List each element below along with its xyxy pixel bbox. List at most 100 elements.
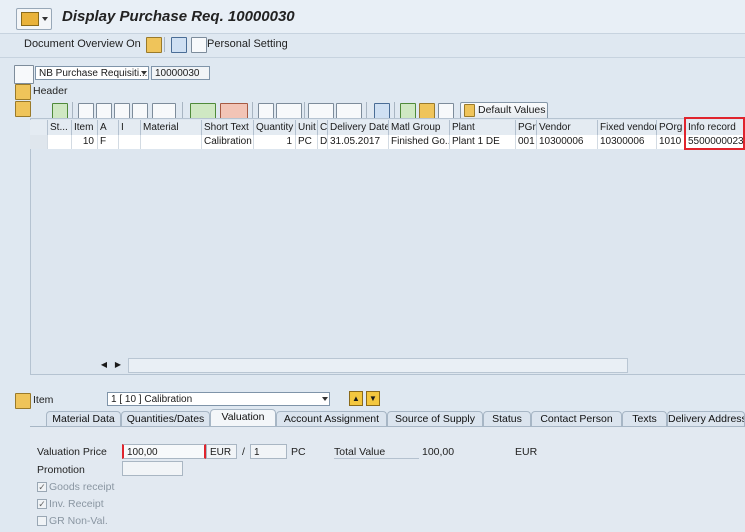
col-pgr[interactable]: PGr: [516, 120, 537, 135]
col-material[interactable]: Material: [141, 120, 202, 135]
detail-view-icon[interactable]: [419, 103, 435, 119]
row-selector[interactable]: [30, 135, 48, 149]
gr-non-val-checkbox[interactable]: [37, 516, 47, 526]
cell-vendor[interactable]: 10300006: [537, 135, 598, 149]
cell-delivery-date[interactable]: 31.05.2017: [328, 135, 389, 149]
default-values-label: Default Values: [478, 104, 546, 116]
promotion-field[interactable]: [122, 461, 183, 476]
print-icon[interactable]: [258, 103, 274, 119]
scroll-left-icon[interactable]: ◀: [98, 358, 110, 371]
window-title: Display Purchase Req. 10000030: [62, 8, 295, 25]
delete-icon[interactable]: [438, 103, 454, 119]
info-record-highlight: [684, 117, 745, 150]
tab-source-of-supply[interactable]: Source of Supply: [387, 411, 483, 426]
display-change-icon[interactable]: [146, 37, 162, 53]
document-overview-button[interactable]: Document Overview On: [24, 38, 141, 50]
goods-receipt-checkbox[interactable]: ✓: [37, 482, 47, 492]
previous-item-icon[interactable]: ▲: [349, 391, 363, 406]
cell-c[interactable]: D: [318, 135, 328, 149]
col-c[interactable]: C: [318, 120, 328, 135]
cell-status[interactable]: [48, 135, 72, 149]
tab-quantities-dates[interactable]: Quantities/Dates: [121, 411, 210, 426]
cell-material[interactable]: [141, 135, 202, 149]
col-status[interactable]: St...: [48, 120, 72, 135]
tab-status[interactable]: Status: [483, 411, 531, 426]
header-label[interactable]: Header: [33, 85, 67, 97]
find-next-icon[interactable]: [132, 103, 148, 119]
sort-ascending-icon[interactable]: [78, 103, 94, 119]
per-separator: /: [242, 446, 245, 458]
col-porg[interactable]: POrg: [657, 120, 686, 135]
cell-matl-group[interactable]: Finished Go...: [389, 135, 450, 149]
tab-contact-person[interactable]: Contact Person: [531, 411, 622, 426]
col-unit[interactable]: Unit: [296, 120, 318, 135]
tab-material-data[interactable]: Material Data: [46, 411, 121, 426]
col-matl-group[interactable]: Matl Group: [389, 120, 450, 135]
grid-info-icon[interactable]: [374, 103, 390, 119]
cart-icon: [14, 65, 34, 84]
details-icon[interactable]: [52, 103, 68, 119]
cell-item[interactable]: 10: [72, 135, 98, 149]
col-plant[interactable]: Plant: [450, 120, 516, 135]
header-expand-icon[interactable]: [15, 84, 31, 100]
col-fixed-vendor[interactable]: Fixed vendor: [598, 120, 657, 135]
item-select-value: 1 [ 10 ] Calibration: [111, 394, 193, 405]
cell-porg[interactable]: 1010: [657, 135, 686, 149]
col-short-text[interactable]: Short Text: [202, 120, 254, 135]
table-row[interactable]: 10 F Calibration 1 PC D 31.05.2017 Finis…: [30, 135, 745, 149]
price-unit-field[interactable]: 1: [250, 444, 287, 459]
find-icon[interactable]: [114, 103, 130, 119]
cell-short-text[interactable]: Calibration: [202, 135, 254, 149]
col-quantity[interactable]: Quantity: [254, 120, 296, 135]
valuation-panel: [30, 426, 745, 532]
total-value: 100,00: [422, 446, 455, 458]
cell-item-category[interactable]: [119, 135, 141, 149]
valuation-price-field[interactable]: 100,00: [122, 444, 206, 459]
document-type-select[interactable]: NB Purchase Requisiti...: [35, 66, 149, 80]
tab-texts[interactable]: Texts: [622, 411, 667, 426]
default-values-icon: [464, 104, 475, 117]
scroll-right-icon[interactable]: ▶: [112, 358, 124, 371]
price-unit-uom: PC: [291, 446, 306, 458]
cell-fixed-vendor[interactable]: 10300006: [598, 135, 657, 149]
sort-descending-icon[interactable]: [96, 103, 112, 119]
item-detail-toggle-icon[interactable]: [15, 393, 31, 409]
layout-icon[interactable]: [336, 103, 362, 119]
info-icon[interactable]: [171, 37, 187, 53]
col-account-assignment[interactable]: A: [98, 120, 119, 135]
grid-header-row: St... Item A I Material Short Text Quant…: [30, 120, 745, 136]
cell-plant[interactable]: Plant 1 DE: [450, 135, 516, 149]
cell-account-assignment[interactable]: F: [98, 135, 119, 149]
document-number-field[interactable]: 10000030: [151, 66, 210, 80]
item-select[interactable]: 1 [ 10 ] Calibration: [107, 392, 330, 406]
personal-setting-icon[interactable]: [191, 37, 207, 53]
col-item[interactable]: Item: [72, 120, 98, 135]
cell-quantity[interactable]: 1: [254, 135, 296, 149]
promotion-label: Promotion: [37, 464, 85, 476]
invoice-receipt-label: Inv. Receipt: [49, 498, 104, 510]
subtotal-icon[interactable]: [220, 103, 248, 119]
export-icon[interactable]: [308, 103, 334, 119]
col-delivery-date[interactable]: Delivery Date: [328, 120, 389, 135]
tab-valuation[interactable]: Valuation: [210, 409, 276, 427]
next-item-icon[interactable]: ▼: [366, 391, 380, 406]
horizontal-scrollbar[interactable]: [128, 358, 628, 373]
personal-setting-button[interactable]: Personal Setting: [207, 38, 288, 50]
tab-account-assignment[interactable]: Account Assignment: [276, 411, 387, 426]
currency-field[interactable]: EUR: [206, 444, 237, 459]
tab-delivery-address[interactable]: Delivery Address: [667, 411, 745, 426]
copy-icon[interactable]: [400, 103, 416, 119]
col-vendor[interactable]: Vendor: [537, 120, 598, 135]
item-overview-toggle-icon[interactable]: [15, 101, 31, 117]
cell-unit[interactable]: PC: [296, 135, 318, 149]
item-overview-grid: [30, 118, 745, 375]
select-all-cell[interactable]: [30, 120, 48, 135]
views-icon[interactable]: [276, 103, 302, 119]
app-menu-icon[interactable]: [16, 8, 52, 30]
col-item-category[interactable]: I: [119, 120, 141, 135]
cell-pgr[interactable]: 001: [516, 135, 537, 149]
filter-icon[interactable]: [152, 103, 176, 119]
gr-non-val-label: GR Non-Val.: [49, 515, 108, 527]
sum-icon[interactable]: [190, 103, 216, 119]
invoice-receipt-checkbox[interactable]: ✓: [37, 499, 47, 509]
